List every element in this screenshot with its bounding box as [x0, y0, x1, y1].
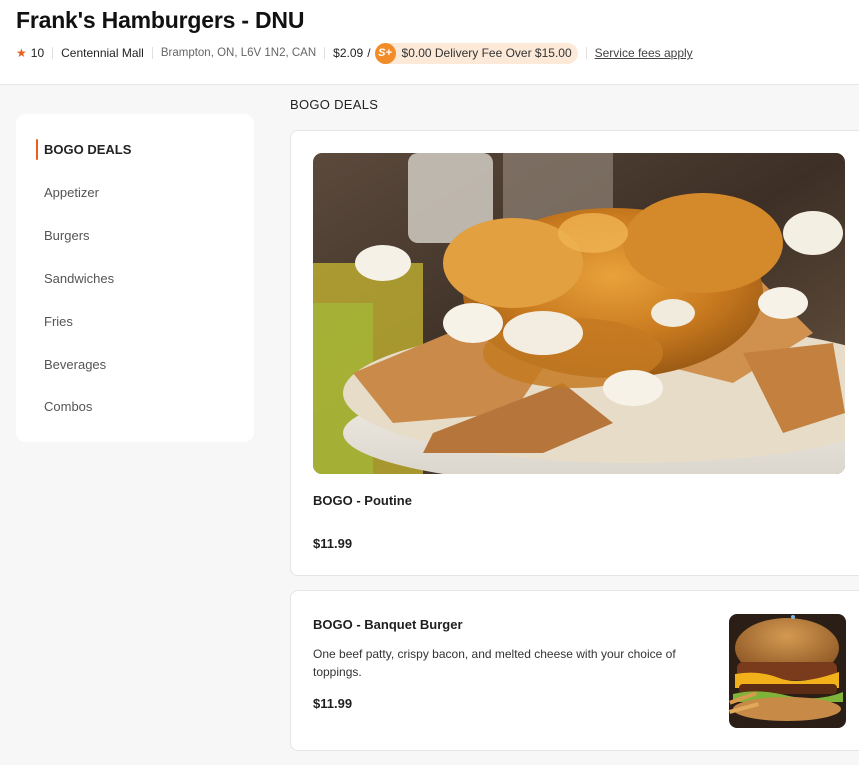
- sidebar-item-combos[interactable]: Combos: [44, 397, 92, 417]
- menu-item-card[interactable]: BOGO - Poutine $11.99: [290, 130, 859, 576]
- store-title: Frank's Hamburgers - DNU: [16, 7, 305, 33]
- divider: [151, 47, 153, 59]
- divider: [52, 47, 54, 59]
- item-description: One beef patty, crispy bacon, and melted…: [313, 647, 676, 679]
- sidebar-item-burgers[interactable]: Burgers: [44, 226, 90, 246]
- section-title: BOGO DEALS: [290, 97, 379, 112]
- star-icon: ★: [16, 46, 27, 60]
- store-meta: ★ 10 Centennial Mall Brampton, ON, L6V 1…: [16, 42, 693, 64]
- fee-separator: /: [367, 46, 371, 60]
- sidebar-item-appetizer[interactable]: Appetizer: [44, 183, 99, 203]
- banquet-burger-image: [729, 614, 846, 728]
- dashpass-pill: S+ $0.00 Delivery Fee Over $15.00: [374, 42, 578, 64]
- sidebar-item-beverages[interactable]: Beverages: [44, 355, 106, 375]
- item-price: $11.99: [313, 536, 353, 551]
- store-location[interactable]: Centennial Mall: [61, 46, 144, 60]
- sidebar-item-bogo-deals[interactable]: BOGO DEALS: [44, 140, 131, 160]
- item-name: BOGO - Banquet Burger: [313, 617, 463, 632]
- item-name: BOGO - Poutine: [313, 493, 412, 508]
- divider: [324, 47, 326, 59]
- sidebar-item-sandwiches[interactable]: Sandwiches: [44, 269, 114, 289]
- dashpass-text: $0.00 Delivery Fee Over $15.00: [401, 46, 572, 60]
- item-price: $11.99: [313, 696, 353, 711]
- store-header: Frank's Hamburgers - DNU ★ 10 Centennial…: [0, 0, 859, 85]
- active-indicator: [36, 139, 38, 160]
- dashpass-badge-icon: S+: [374, 42, 396, 64]
- sidebar-item-fries[interactable]: Fries: [44, 312, 73, 332]
- service-fees-link[interactable]: Service fees apply: [595, 46, 693, 60]
- poutine-image: [313, 153, 845, 474]
- divider: [585, 47, 587, 59]
- menu-category-nav: BOGO DEALS Appetizer Burgers Sandwiches …: [16, 114, 254, 442]
- menu-item-card[interactable]: BOGO - Banquet Burger One beef patty, cr…: [290, 590, 859, 751]
- delivery-fee: $2.09: [333, 46, 364, 60]
- store-address: Brampton, ON, L6V 1N2, CAN: [160, 47, 317, 59]
- store-rating: 10: [30, 46, 45, 60]
